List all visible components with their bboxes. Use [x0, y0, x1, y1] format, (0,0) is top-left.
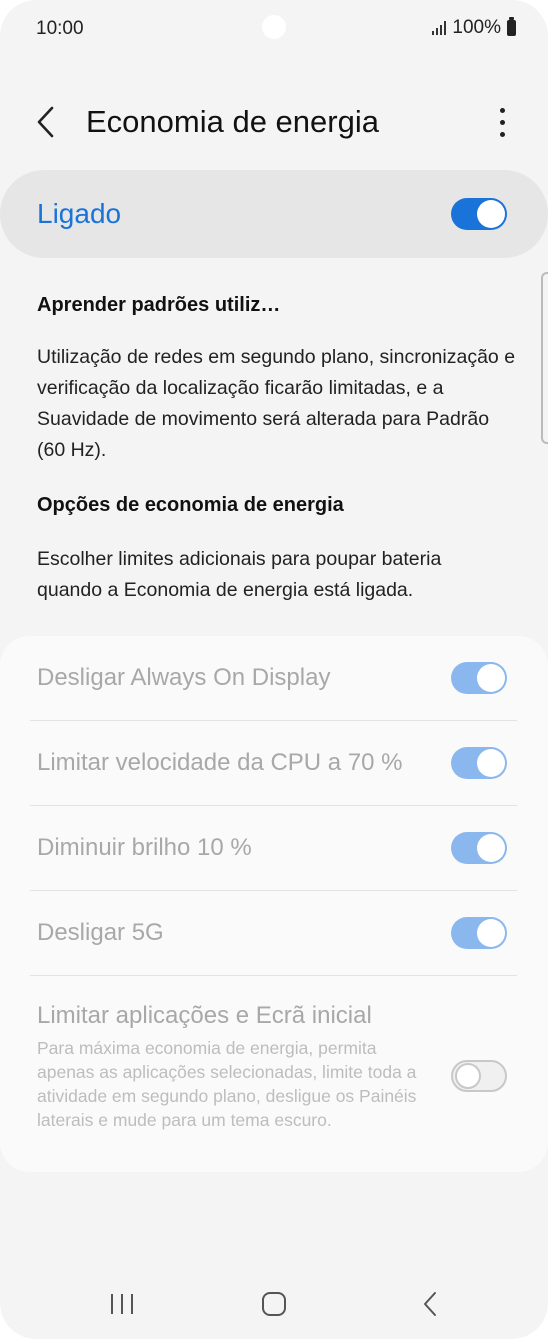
options-card: Desligar Always On Display Limitar veloc…	[0, 636, 548, 1172]
option-row-5g[interactable]: Desligar 5G	[0, 891, 548, 976]
page-title: Economia de energia	[86, 104, 379, 139]
option-label: Limitar aplicações e Ecrã inicial	[37, 1002, 372, 1029]
status-icons: 100%	[432, 17, 516, 39]
status-time: 10:00	[36, 18, 84, 39]
status-bar: 10:00 100%	[0, 0, 548, 58]
option-toggle-brightness[interactable]	[451, 832, 507, 864]
option-description: Para máxima economia de energia, permita…	[37, 1038, 417, 1130]
front-camera	[262, 15, 286, 39]
more-options-button[interactable]	[490, 104, 514, 140]
navigation-bar	[0, 1270, 548, 1339]
option-label: Limitar velocidade da CPU a 70 %	[37, 749, 403, 776]
back-icon	[424, 1292, 436, 1316]
recents-icon	[111, 1294, 133, 1314]
option-toggle-cpu[interactable]	[451, 747, 507, 779]
option-row-limit-apps[interactable]: Limitar aplicações e Ecrã inicial Para m…	[0, 976, 548, 1172]
option-label: Diminuir brilho 10 %	[37, 834, 252, 861]
recents-button[interactable]	[98, 1286, 146, 1322]
scroll-handle[interactable]	[541, 272, 548, 444]
option-row-aod[interactable]: Desligar Always On Display	[0, 636, 548, 721]
home-button[interactable]	[250, 1286, 298, 1322]
option-toggle-aod[interactable]	[451, 662, 507, 694]
master-switch-bar[interactable]: Ligado	[0, 170, 548, 258]
battery-icon	[507, 17, 516, 36]
app-bar: Economia de energia	[0, 92, 548, 152]
learn-description: Utilização de redes em segundo plano, si…	[37, 346, 516, 461]
screen: 10:00 100% Economia de energia Ligado Ap…	[0, 0, 548, 1339]
chevron-left-icon	[37, 106, 54, 138]
master-switch-label: Ligado	[37, 198, 122, 229]
option-row-cpu[interactable]: Limitar velocidade da CPU a 70 %	[0, 721, 548, 806]
battery-percent: 100%	[452, 17, 501, 38]
back-button[interactable]	[26, 100, 66, 144]
options-description: Escolher limites adicionais para poupar …	[37, 548, 442, 601]
option-toggle-5g[interactable]	[451, 917, 507, 949]
home-icon	[262, 1292, 286, 1316]
more-vertical-icon	[499, 107, 505, 113]
options-heading: Opções de economia de energia	[37, 494, 344, 516]
learn-heading[interactable]: Aprender padrões utiliz…	[37, 294, 280, 317]
back-nav-button[interactable]	[406, 1286, 454, 1322]
master-toggle[interactable]	[451, 198, 507, 230]
option-label: Desligar Always On Display	[37, 664, 331, 691]
option-label: Desligar 5G	[37, 919, 164, 946]
option-row-brightness[interactable]: Diminuir brilho 10 %	[0, 806, 548, 891]
signal-icon	[432, 21, 447, 35]
option-toggle-limit-apps[interactable]	[451, 1060, 507, 1092]
